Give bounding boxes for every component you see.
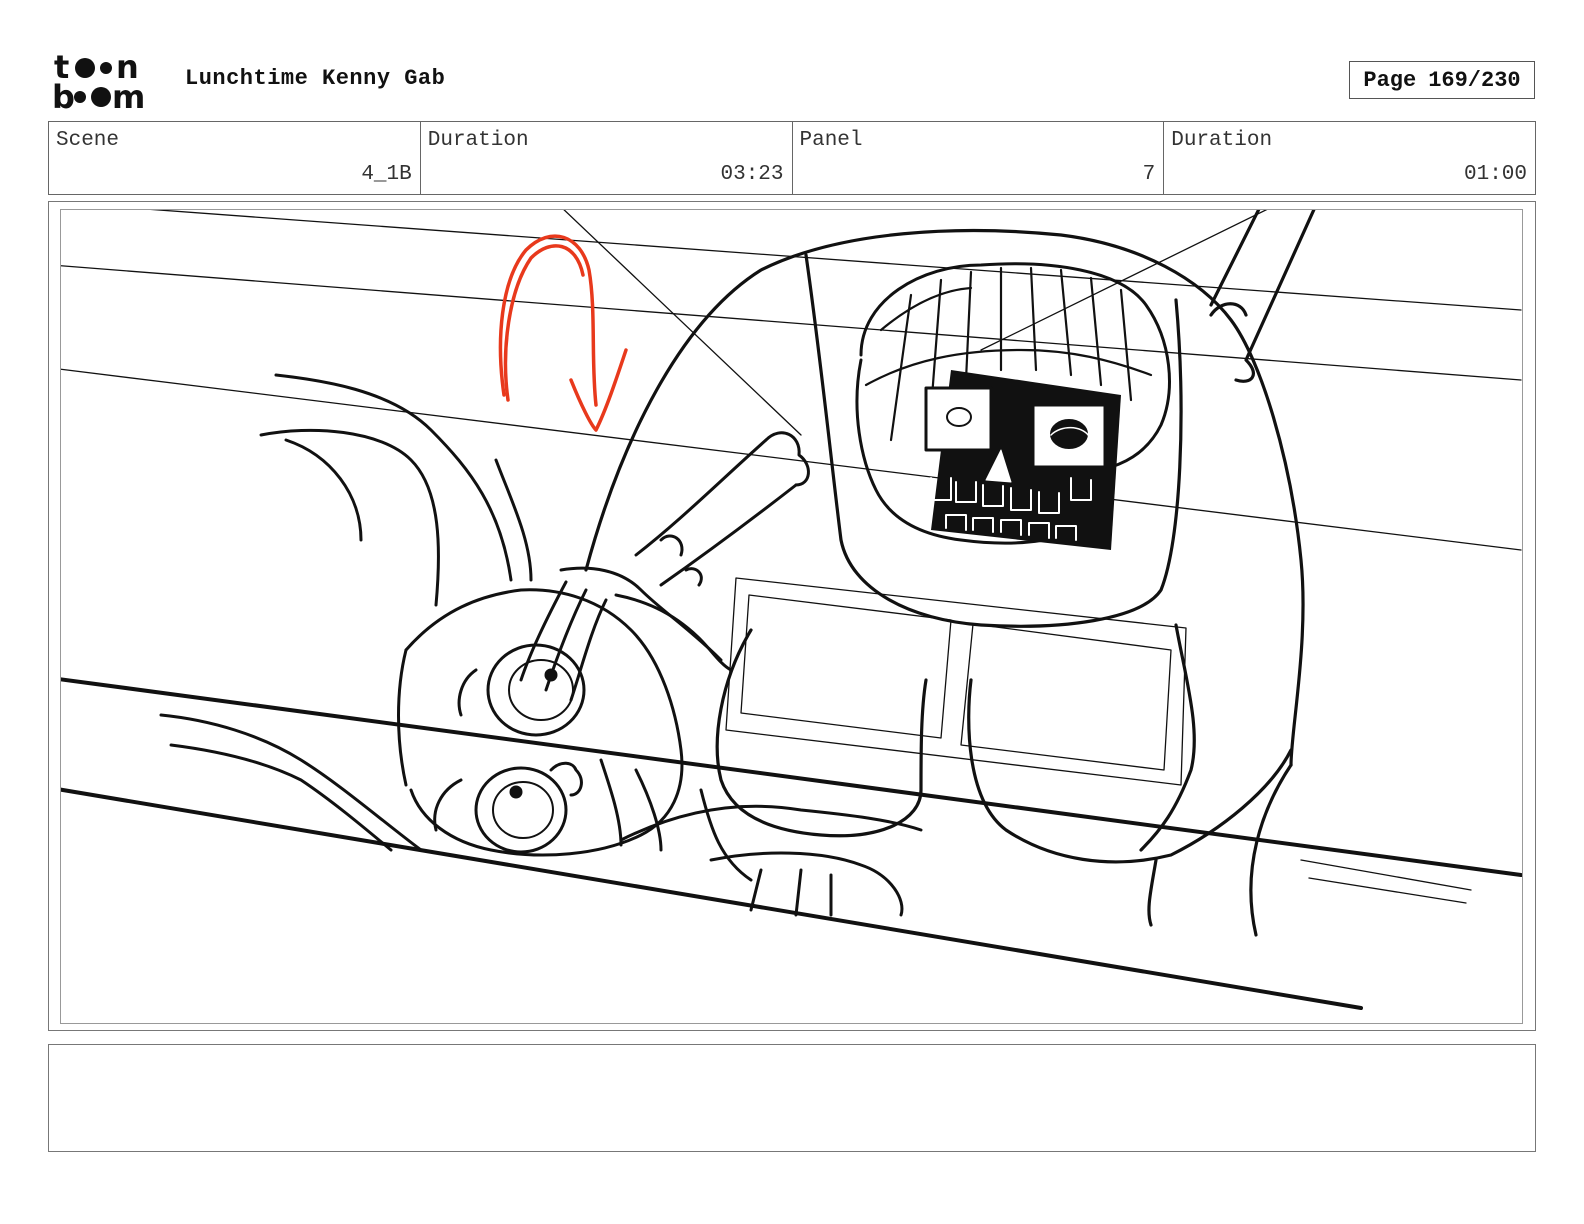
project-title: Lunchtime Kenny Gab <box>185 66 446 91</box>
toonboom-logo: t n b m <box>50 48 165 116</box>
scene-duration-value: 03:23 <box>720 163 784 186</box>
page-indicator: Page 169/230 <box>1349 61 1535 99</box>
perspective-lines <box>61 210 1522 551</box>
creature-arm <box>519 431 810 702</box>
panel-duration-label: Duration <box>1171 129 1273 152</box>
page-number: 169/230 <box>1428 67 1521 93</box>
wall-edges <box>61 677 1522 1010</box>
storyboard-drawing <box>60 209 1523 1024</box>
panel-notes-box <box>48 1044 1536 1152</box>
window-panes <box>725 577 1187 786</box>
motion-arrow <box>498 234 628 432</box>
panel-label: Panel <box>799 129 863 152</box>
page-label: Page <box>1363 67 1417 93</box>
panel-cell: Panel 7 <box>793 122 1165 194</box>
scene-cell: Scene 4_1B <box>49 122 421 194</box>
panel-value: 7 <box>1142 163 1156 186</box>
creature-body <box>584 210 1316 937</box>
svg-text:b: b <box>52 78 75 112</box>
scene-duration-cell: Duration 03:23 <box>421 122 793 194</box>
scene-value: 4_1B <box>361 163 412 186</box>
svg-text:m: m <box>112 78 145 112</box>
creature-face <box>924 370 1121 550</box>
panel-duration-value: 01:00 <box>1463 163 1527 186</box>
scene-info-bar: Scene 4_1B Duration 03:23 Panel 7 Durati… <box>48 121 1536 195</box>
scene-duration-label: Duration <box>427 129 529 152</box>
scene-label: Scene <box>56 129 120 152</box>
panel-duration-cell: Duration 01:00 <box>1164 122 1535 194</box>
